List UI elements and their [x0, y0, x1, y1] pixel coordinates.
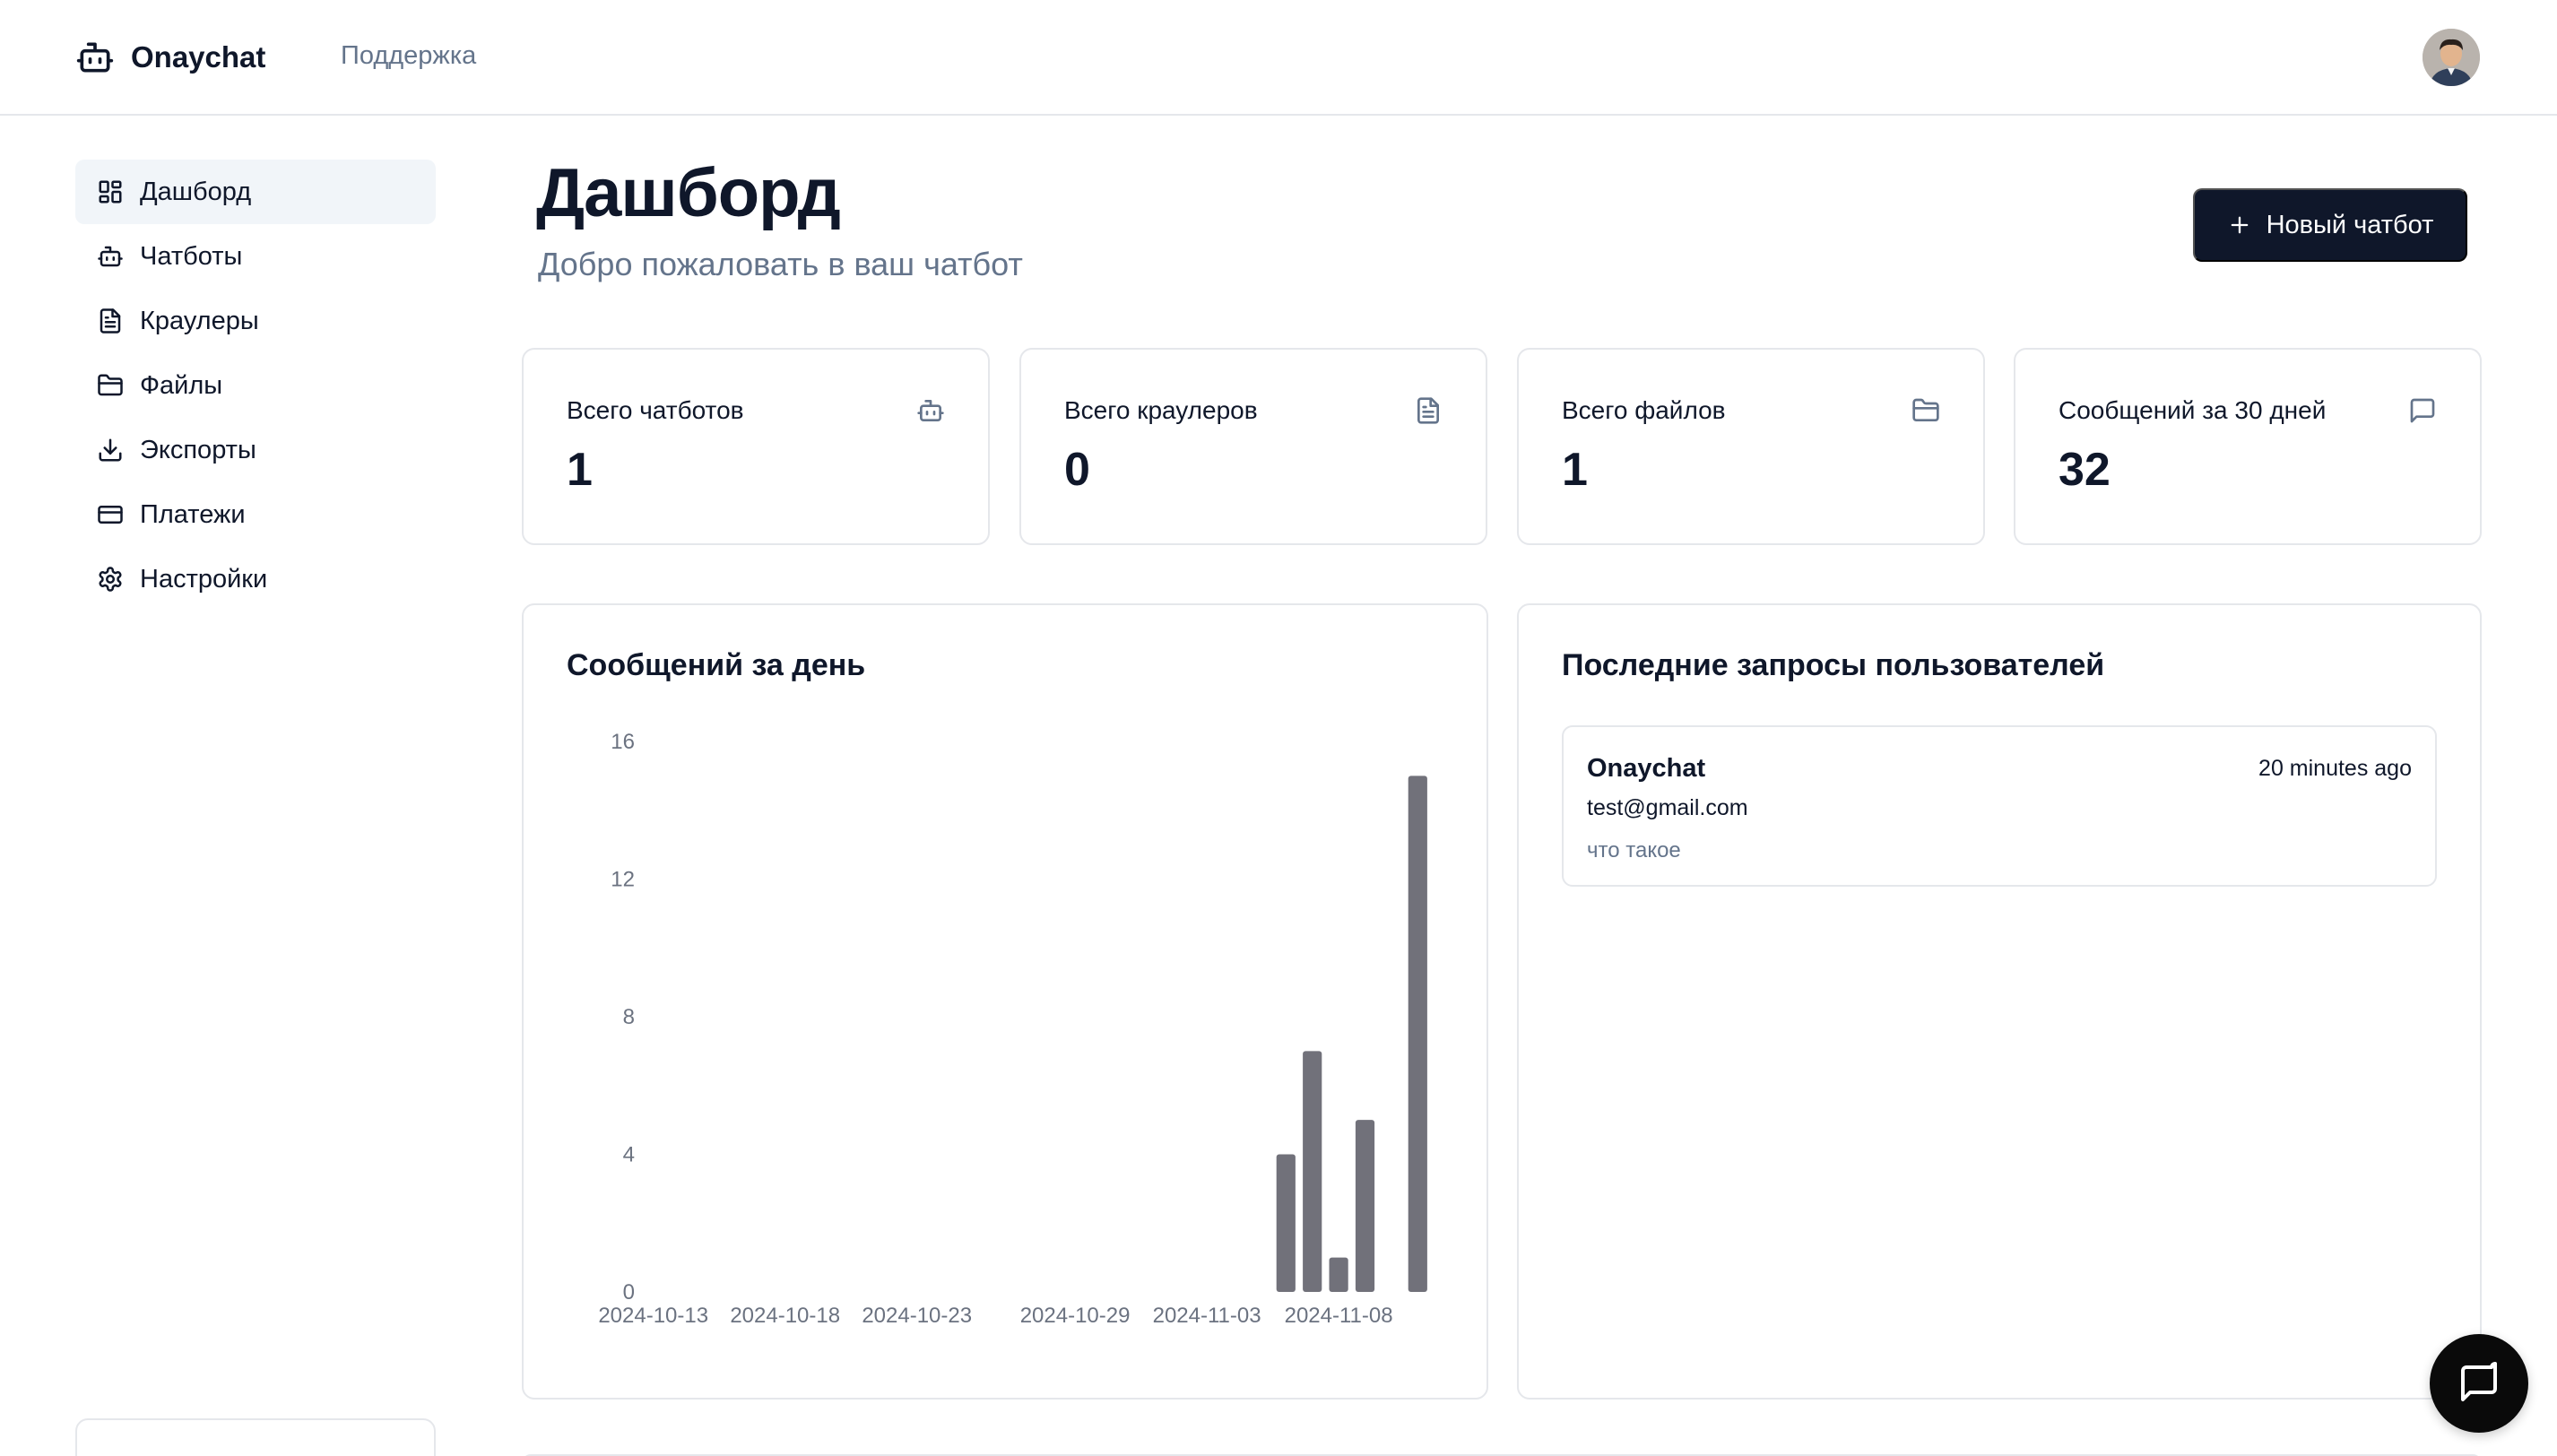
- request-item[interactable]: Onaychat 20 minutes ago test@gmail.com ч…: [1562, 725, 2437, 887]
- sidebar-item-label: Краулеры: [140, 306, 259, 335]
- gear-icon: [97, 566, 124, 593]
- stat-card-crawlers: Всего краулеров 0: [1019, 348, 1487, 545]
- chart-bar[interactable]: [1303, 1051, 1322, 1292]
- request-chatbot-name: Onaychat: [1587, 754, 1706, 783]
- sidebar-item-label: Экспорты: [140, 435, 256, 464]
- sidebar-item-label: Дашборд: [140, 177, 252, 206]
- brand-name: Onaychat: [131, 40, 266, 74]
- stat-card-chatbots: Всего чатботов 1: [522, 348, 990, 545]
- sidebar-item-dashboard[interactable]: Дашборд: [75, 160, 436, 224]
- stat-card-messages: Сообщений за 30 дней 32: [2014, 348, 2482, 545]
- chart-bar[interactable]: [1408, 776, 1427, 1292]
- avatar[interactable]: [2423, 29, 2480, 86]
- chat-widget-button[interactable]: [2430, 1334, 2528, 1433]
- credit-card-icon: [97, 501, 124, 528]
- sidebar-item-settings[interactable]: Настройки: [75, 547, 436, 611]
- y-tick-label: 8: [623, 1005, 635, 1029]
- brand-logo[interactable]: Onaychat: [75, 36, 265, 79]
- bot-icon: [916, 396, 945, 425]
- stat-value: 0: [1064, 444, 1090, 496]
- top-bar: Onaychat Поддержка: [0, 0, 2557, 116]
- bar-chart: 0 4 8 12 16 2024-10-13 2024-10-18 2024-10-23 202…: [598, 730, 1427, 1328]
- sidebar-item-label: Чатботы: [140, 241, 243, 271]
- x-tick-label: 2024-10-23: [862, 1304, 972, 1328]
- sidebar-bottom-card: [75, 1418, 436, 1456]
- bot-icon: [97, 243, 124, 270]
- stat-label: Всего чатботов: [567, 396, 744, 424]
- sidebar: Дашборд Чатботы Краулеры Файлы Экспорты …: [75, 160, 436, 611]
- message-square-icon: [2408, 396, 2437, 425]
- bot-icon: [75, 38, 115, 77]
- y-tick-label: 0: [623, 1280, 635, 1304]
- sidebar-item-files[interactable]: Файлы: [75, 353, 436, 418]
- plus-icon: [2227, 212, 2252, 238]
- x-tick-label: 2024-10-29: [1020, 1304, 1131, 1328]
- new-chatbot-label: Новый чатбот: [2266, 210, 2434, 239]
- new-chatbot-button[interactable]: Новый чатбот: [2193, 188, 2467, 262]
- chart-bar[interactable]: [1276, 1154, 1296, 1293]
- request-text: что такое: [1587, 838, 1681, 862]
- stat-value: 32: [2059, 444, 2111, 496]
- sidebar-item-chatbots[interactable]: Чатботы: [75, 224, 436, 289]
- request-email: test@gmail.com: [1587, 795, 1748, 820]
- requests-title: Последние запросы пользователей: [1562, 648, 2105, 682]
- stat-label: Всего файлов: [1562, 396, 1726, 424]
- x-tick-label: 2024-10-18: [730, 1304, 840, 1328]
- messages-per-day-panel: Сообщений за день 0 4 8 12 16 2024-10-13 2024-…: [522, 603, 1488, 1400]
- x-tick-label: 2024-10-13: [598, 1304, 708, 1328]
- stat-card-files: Всего файлов 1: [1517, 348, 1985, 545]
- file-text-icon: [1414, 396, 1443, 425]
- dashboard-icon: [97, 178, 124, 205]
- sidebar-item-label: Платежи: [140, 499, 246, 529]
- download-icon: [97, 437, 124, 464]
- stat-value: 1: [567, 444, 593, 496]
- y-tick-label: 12: [611, 868, 635, 892]
- request-time: 20 minutes ago: [2258, 756, 2412, 781]
- chart-bar[interactable]: [1355, 1120, 1375, 1292]
- stat-label: Сообщений за 30 дней: [2059, 396, 2327, 424]
- sidebar-item-payments[interactable]: Платежи: [75, 482, 436, 547]
- sidebar-item-exports[interactable]: Экспорты: [75, 418, 436, 482]
- file-text-icon: [97, 308, 124, 334]
- y-tick-label: 4: [623, 1143, 635, 1167]
- x-tick-label: 2024-11-03: [1153, 1304, 1261, 1328]
- sidebar-item-crawlers[interactable]: Краулеры: [75, 289, 436, 353]
- sidebar-item-label: Файлы: [140, 370, 223, 400]
- sidebar-item-label: Настройки: [140, 564, 268, 594]
- support-link[interactable]: Поддержка: [341, 41, 476, 71]
- x-tick-label: 2024-11-08: [1285, 1304, 1393, 1328]
- page-title: Дашборд: [536, 155, 841, 231]
- stat-value: 1: [1562, 444, 1588, 496]
- recent-requests-panel: Последние запросы пользователей Onaychat…: [1517, 603, 2482, 1400]
- page-subtitle: Добро пожаловать в ваш чатбот: [538, 246, 1023, 282]
- message-square-icon: [2457, 1362, 2501, 1405]
- folder-icon: [1911, 396, 1940, 425]
- y-tick-label: 16: [611, 730, 635, 754]
- chart-bar[interactable]: [1329, 1257, 1348, 1292]
- stat-label: Всего краулеров: [1064, 396, 1258, 424]
- folder-icon: [97, 372, 124, 399]
